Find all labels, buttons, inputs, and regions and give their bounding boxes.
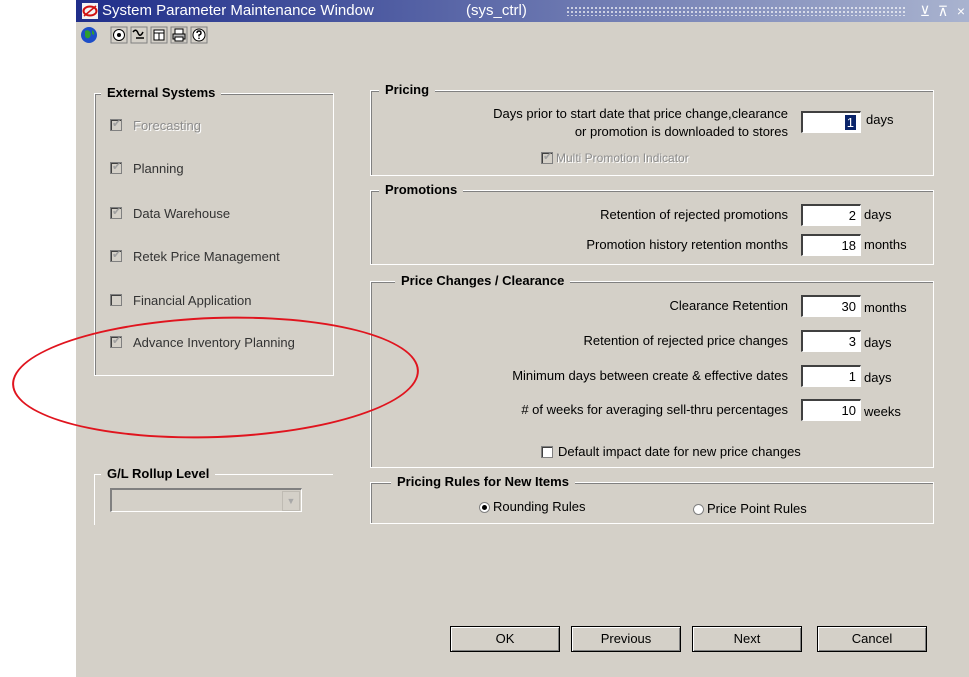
price-point-rules-radio[interactable] <box>693 504 704 515</box>
forecasting-checkbox[interactable]: ✔ <box>110 118 122 131</box>
rejected-promotions-input[interactable]: 2 <box>801 204 861 226</box>
promo-history-unit: months <box>864 237 907 252</box>
min-days-input[interactable]: 1 <box>801 365 861 387</box>
days-prior-value: 1 <box>844 115 856 130</box>
promotions-title: Promotions <box>379 182 464 197</box>
weeks-avg-label: # of weeks for averaging sell-thru perce… <box>521 402 788 417</box>
rejected-promotions-label: Retention of rejected promotions <box>600 207 788 222</box>
multi-promotion-checkbox[interactable]: ✔ <box>541 151 553 164</box>
financial-application-checkbox[interactable] <box>110 294 122 306</box>
next-button[interactable]: Next <box>692 626 802 652</box>
min-days-label: Minimum days between create & effective … <box>512 368 788 383</box>
window-module-name: (sys_ctrl) <box>466 2 527 19</box>
data-warehouse-label: Data Warehouse <box>133 206 231 221</box>
rounding-rules-label: Rounding Rules <box>493 499 586 514</box>
minimize-button[interactable]: ⊻ <box>917 0 933 22</box>
default-impact-label: Default impact date for new price change… <box>558 444 801 459</box>
globe-icon[interactable] <box>80 26 98 44</box>
restore-button[interactable]: ⊼ <box>935 0 951 22</box>
pricing-rules-title: Pricing Rules for New Items <box>391 474 575 489</box>
days-prior-unit: days <box>866 112 894 127</box>
planning-checkbox[interactable]: ✔ <box>110 161 122 174</box>
price-point-rules-label: Price Point Rules <box>707 501 807 516</box>
days-prior-label-line1: Days prior to start date that price chan… <box>493 106 788 121</box>
print-icon[interactable] <box>170 26 188 44</box>
price-changes-title: Price Changes / Clearance <box>395 273 571 288</box>
oracle-app-icon <box>82 3 98 19</box>
clearance-retention-input[interactable]: 30 <box>801 295 861 317</box>
rejected-price-changes-label: Retention of rejected price changes <box>583 333 788 348</box>
help-circle-icon[interactable] <box>110 26 128 44</box>
price-changes-group: Price Changes / Clearance Clearance Rete… <box>370 273 934 468</box>
weeks-avg-unit: weeks <box>864 404 901 419</box>
data-warehouse-checkbox[interactable]: ✔ <box>110 206 122 219</box>
clearance-retention-unit: months <box>864 300 907 315</box>
financial-application-label: Financial Application <box>133 293 252 308</box>
planning-label: Planning <box>133 161 184 176</box>
retek-price-management-label: Retek Price Management <box>133 249 280 264</box>
toolbar <box>76 22 969 48</box>
rejected-promotions-unit: days <box>864 207 892 222</box>
title-bar[interactable]: System Parameter Maintenance Window (sys… <box>76 0 969 22</box>
question-icon[interactable] <box>190 26 208 44</box>
gl-rollup-select[interactable]: ▼ <box>110 488 302 512</box>
multi-promotion-label: Multi Promotion Indicator <box>556 151 689 165</box>
days-prior-label-line2: or promotion is downloaded to stores <box>574 124 788 139</box>
default-impact-checkbox[interactable] <box>541 446 553 458</box>
weeks-avg-input[interactable]: 10 <box>801 399 861 421</box>
rejected-price-changes-input[interactable]: 3 <box>801 330 861 352</box>
clearance-retention-label: Clearance Retention <box>669 298 788 313</box>
window-icon[interactable] <box>150 26 168 44</box>
ok-button[interactable]: OK <box>450 626 560 652</box>
chevron-down-icon[interactable]: ▼ <box>282 491 300 511</box>
window-title: System Parameter Maintenance Window <box>102 2 374 19</box>
pricing-group: Pricing Days prior to start date that pr… <box>370 82 934 176</box>
external-systems-title: External Systems <box>101 85 222 100</box>
days-prior-input[interactable]: 1 <box>801 111 861 133</box>
cancel-button[interactable]: Cancel <box>817 626 927 652</box>
pricing-rules-group: Pricing Rules for New Items Rounding Rul… <box>370 474 934 524</box>
pricing-title: Pricing <box>379 82 436 97</box>
forecasting-label: Forecasting <box>133 118 201 133</box>
rejected-price-changes-unit: days <box>864 335 892 350</box>
promotions-group: Promotions Retention of rejected promoti… <box>370 182 934 265</box>
rounding-rules-radio[interactable] <box>479 502 490 513</box>
promo-history-input[interactable]: 18 <box>801 234 861 256</box>
gl-rollup-title: G/L Rollup Level <box>101 466 216 481</box>
previous-button[interactable]: Previous <box>571 626 681 652</box>
title-bar-pattern <box>566 6 906 16</box>
wave-icon[interactable] <box>130 26 148 44</box>
close-button[interactable]: × <box>953 0 969 22</box>
min-days-unit: days <box>864 370 892 385</box>
retek-price-management-checkbox[interactable]: ✔ <box>110 249 122 262</box>
promo-history-label: Promotion history retention months <box>586 237 788 252</box>
